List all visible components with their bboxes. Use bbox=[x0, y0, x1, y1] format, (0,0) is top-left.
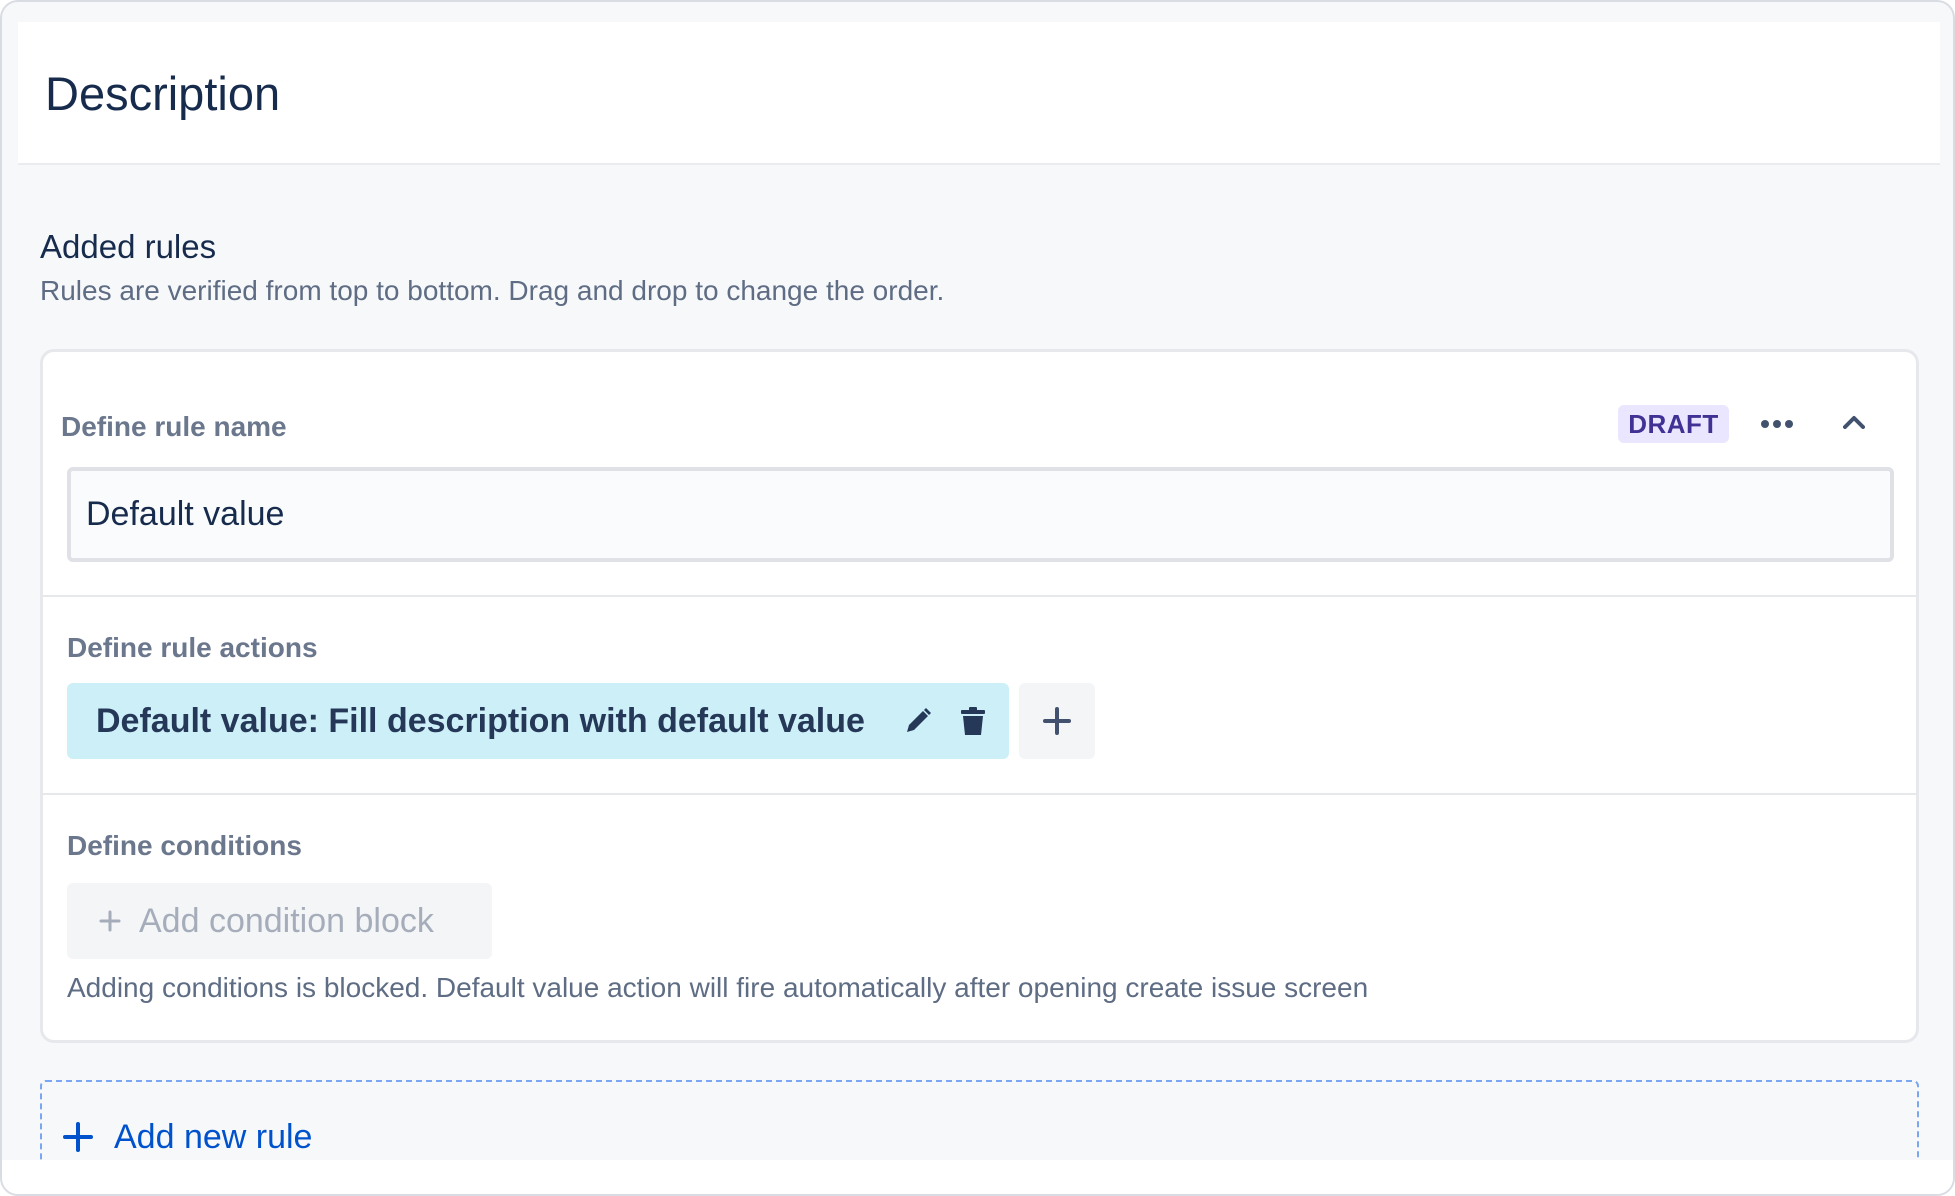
rules-panel: Description Added rules Rules are verifi… bbox=[0, 0, 1955, 1196]
panel-footer bbox=[2, 1160, 1953, 1194]
chevron-up-icon bbox=[1843, 416, 1865, 429]
page-title: Description bbox=[45, 67, 281, 120]
divider bbox=[43, 793, 1916, 795]
conditions-note: Adding conditions is blocked. Default va… bbox=[67, 972, 1369, 1003]
plus-icon bbox=[1043, 707, 1071, 735]
add-condition-button[interactable]: Add condition block bbox=[67, 883, 492, 959]
action-chip[interactable]: Default value: Fill description with def… bbox=[67, 683, 1009, 759]
plus-icon bbox=[63, 1122, 93, 1152]
divider bbox=[43, 595, 1916, 597]
conditions-label: Define conditions bbox=[67, 830, 302, 861]
more-horizontal-icon bbox=[1761, 420, 1793, 428]
add-action-button[interactable] bbox=[1019, 683, 1095, 759]
add-new-rule-label: Add new rule bbox=[114, 1117, 313, 1156]
action-chip-label: Default value: Fill description with def… bbox=[96, 701, 865, 740]
edit-action-button[interactable] bbox=[898, 701, 938, 741]
pencil-icon bbox=[907, 708, 931, 732]
plus-icon bbox=[99, 910, 121, 932]
collapse-rule-button[interactable] bbox=[1834, 400, 1874, 444]
rule-actions-label: Define rule actions bbox=[67, 632, 318, 663]
add-condition-label: Add condition block bbox=[139, 901, 434, 940]
rule-name-input[interactable] bbox=[67, 467, 1894, 562]
rule-card[interactable]: Define rule name DRAFT Define rule actio… bbox=[40, 349, 1919, 1043]
section-title: Added rules bbox=[40, 228, 217, 265]
page-header: Description bbox=[18, 22, 1940, 165]
status-badge: DRAFT bbox=[1618, 405, 1729, 443]
rule-name-label: Define rule name bbox=[61, 411, 287, 442]
add-new-rule-button[interactable]: Add new rule bbox=[62, 1112, 312, 1162]
more-options-button[interactable] bbox=[1752, 402, 1802, 446]
section-subtitle: Rules are verified from top to bottom. D… bbox=[40, 275, 945, 306]
delete-action-button[interactable] bbox=[953, 701, 993, 741]
trash-icon bbox=[961, 707, 985, 735]
